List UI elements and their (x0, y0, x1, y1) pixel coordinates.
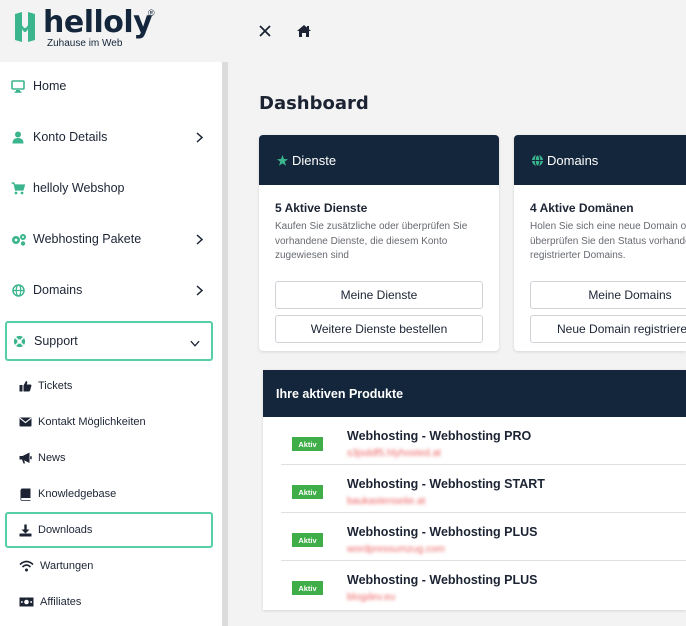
submenu-item-news[interactable]: News (18, 443, 208, 473)
product-name[interactable]: Webhosting - Webhosting PLUS (347, 573, 538, 587)
weitere-dienste-bestellen-button[interactable]: Weitere Dienste bestellen (275, 315, 483, 343)
submenu-item-label: Affiliates (40, 596, 82, 608)
product-name[interactable]: Webhosting - Webhosting PRO (347, 429, 531, 443)
lifebuoy-icon (12, 334, 26, 348)
submenu-item-kontakt[interactable]: Kontakt Möglichkeiten (18, 407, 208, 437)
product-domain: wordpressumzug.com (347, 544, 445, 555)
card-description: Holen Sie sich eine neue Domain oder übe… (530, 221, 686, 261)
card-description: Kaufen Sie zusätzliche oder überprüfen S… (275, 221, 468, 261)
dienste-card: Dienste 5 Aktive Dienste Kaufen Sie zusä… (259, 135, 499, 351)
product-row[interactable]: Aktiv Webhosting - Webhosting PRO s3jsdd… (281, 417, 686, 465)
sidebar-item-label: Domains (33, 283, 83, 297)
submenu-item-downloads[interactable]: Downloads (5, 512, 213, 548)
globe-icon (530, 153, 544, 167)
card-header: Domains (514, 135, 686, 185)
card-header-label: Domains (547, 152, 599, 168)
megaphone-icon (18, 451, 32, 465)
status-badge: Aktiv (292, 533, 323, 547)
sidebar-item-domains[interactable]: Domains (0, 270, 222, 310)
sidebar-item-label: Webhosting Pakete (33, 232, 142, 246)
helloly-logo[interactable]: helloly Zuhause im Web ® (12, 5, 155, 49)
sidebar-item-support[interactable]: Support (5, 321, 213, 361)
sidebar: Home Konto Details helloly Webshop Webho… (0, 62, 222, 626)
money-icon (18, 595, 34, 609)
card-title: 4 Aktive Domänen (530, 201, 634, 215)
product-name[interactable]: Webhosting - Webhosting START (347, 477, 545, 491)
cart-icon (11, 181, 25, 195)
product-name[interactable]: Webhosting - Webhosting PLUS (347, 525, 538, 539)
submenu-item-tickets[interactable]: Tickets (18, 371, 208, 401)
submenu-item-affiliates[interactable]: Affiliates (18, 587, 208, 617)
card-title: 5 Aktive Dienste (275, 201, 368, 215)
download-icon (18, 523, 32, 537)
close-icon[interactable] (256, 22, 274, 40)
status-badge: Aktiv (292, 485, 323, 499)
active-products-panel: Ihre aktiven Produkte Aktiv Webhosting -… (263, 370, 686, 610)
book-icon (18, 487, 32, 501)
submenu-item-knowledgebase[interactable]: Knowledgebase (18, 479, 208, 509)
product-row[interactable]: Aktiv Webhosting - Webhosting START bauk… (281, 465, 686, 513)
envelope-icon (18, 415, 32, 429)
neue-domain-registrieren-button[interactable]: Neue Domain registrieren (530, 315, 686, 343)
sidebar-item-label: Home (33, 79, 67, 93)
submenu-item-label: News (38, 452, 66, 464)
status-badge: Aktiv (292, 581, 323, 595)
products-header: Ihre aktiven Produkte (263, 370, 686, 417)
globe-icon (11, 283, 25, 297)
chevron-right-icon (194, 283, 204, 297)
page-title: Dashboard (259, 93, 369, 114)
sidebar-item-webhosting-pakete[interactable]: Webhosting Pakete (0, 219, 222, 259)
sidebar-item-label: Konto Details (33, 130, 108, 144)
card-header-label: Dienste (292, 152, 337, 168)
chevron-right-icon (194, 130, 204, 144)
submenu-item-label: Wartungen (40, 560, 94, 572)
product-domain: baukastenseite.at (347, 496, 426, 507)
logo-mark-icon (12, 8, 38, 46)
chevron-right-icon (194, 232, 204, 246)
sidebar-item-label: Support (34, 334, 78, 348)
logo-wordmark: helloly (43, 5, 153, 40)
submenu-item-wartungen[interactable]: Wartungen (18, 551, 208, 581)
submenu-item-label: Tickets (38, 380, 73, 392)
domains-card: Domains 4 Aktive Domänen Holen Sie sich … (514, 135, 686, 351)
product-domain: s3jsddf5.hlyhosted.at (347, 448, 441, 459)
sidebar-item-label: helloly Webshop (33, 181, 125, 195)
submenu-item-label: Kontakt Möglichkeiten (38, 416, 146, 428)
product-row[interactable]: Aktiv Webhosting - Webhosting PLUS wordp… (281, 513, 686, 561)
submenu-item-label: Downloads (38, 524, 93, 536)
wifi-icon (18, 559, 34, 573)
sidebar-item-home[interactable]: Home (0, 66, 222, 106)
sidebar-scrollbar[interactable] (222, 62, 228, 626)
meine-dienste-button[interactable]: Meine Dienste (275, 281, 483, 309)
chevron-down-icon (190, 336, 200, 350)
product-domain: blogdev.eu (347, 592, 396, 603)
submenu-item-label: Knowledgebase (38, 488, 117, 500)
card-header: Dienste (259, 135, 499, 185)
home-icon[interactable] (294, 21, 314, 41)
sidebar-item-konto-details[interactable]: Konto Details (0, 117, 222, 157)
star-icon (275, 153, 289, 167)
monitor-icon (11, 79, 25, 93)
sidebar-item-webshop[interactable]: helloly Webshop (0, 168, 222, 208)
registered-mark: ® (148, 8, 155, 18)
thumbs-up-icon (18, 379, 32, 393)
top-header: helloly Zuhause im Web ® (0, 0, 686, 62)
meine-domains-button[interactable]: Meine Domains (530, 281, 686, 309)
product-row[interactable]: Aktiv Webhosting - Webhosting PLUS blogd… (281, 561, 686, 609)
user-icon (11, 130, 25, 144)
status-badge: Aktiv (292, 437, 323, 451)
gears-icon (11, 232, 27, 246)
